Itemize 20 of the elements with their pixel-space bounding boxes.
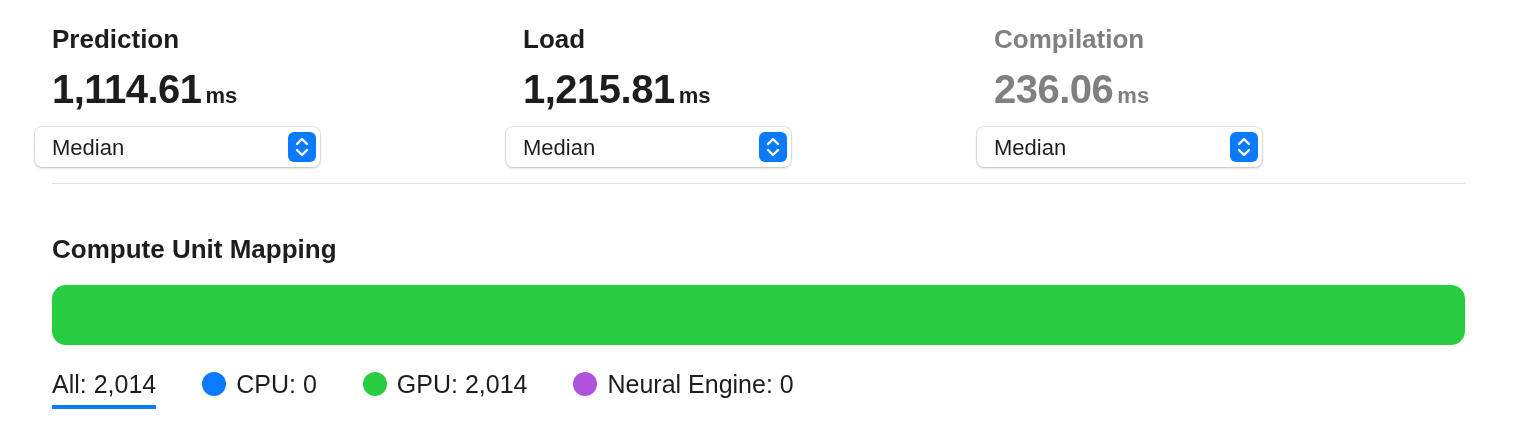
stepper-icon — [759, 132, 787, 163]
unit-label: ms — [678, 82, 711, 111]
filter-tab[interactable]: All: 2,014 — [52, 369, 157, 410]
filter-tab[interactable]: Neural Engine: 0 — [573, 369, 794, 410]
section-title: Compute Unit Mapping — [52, 234, 338, 266]
metric-value: 236.06 — [994, 66, 1114, 114]
unit-label: ms — [1117, 82, 1150, 111]
metric-title: Compilation — [994, 24, 1146, 56]
metric-title: Prediction — [52, 24, 181, 56]
statistic-dropdown[interactable]: Median — [35, 127, 320, 168]
metric-value: 1,215.81 — [523, 66, 675, 114]
unit-label: ms — [205, 82, 238, 111]
metric-value: 1,114.61 — [52, 66, 202, 114]
stepper-icon — [288, 132, 316, 163]
statistic-dropdown[interactable]: Median — [506, 127, 791, 168]
statistic-dropdown[interactable]: Median — [977, 127, 1262, 168]
metric-title: Load — [523, 24, 587, 56]
filter-tab[interactable]: CPU: 0 — [202, 369, 317, 410]
filter-tab[interactable]: GPU: 2,014 — [362, 369, 528, 410]
stepper-icon — [1230, 132, 1258, 163]
